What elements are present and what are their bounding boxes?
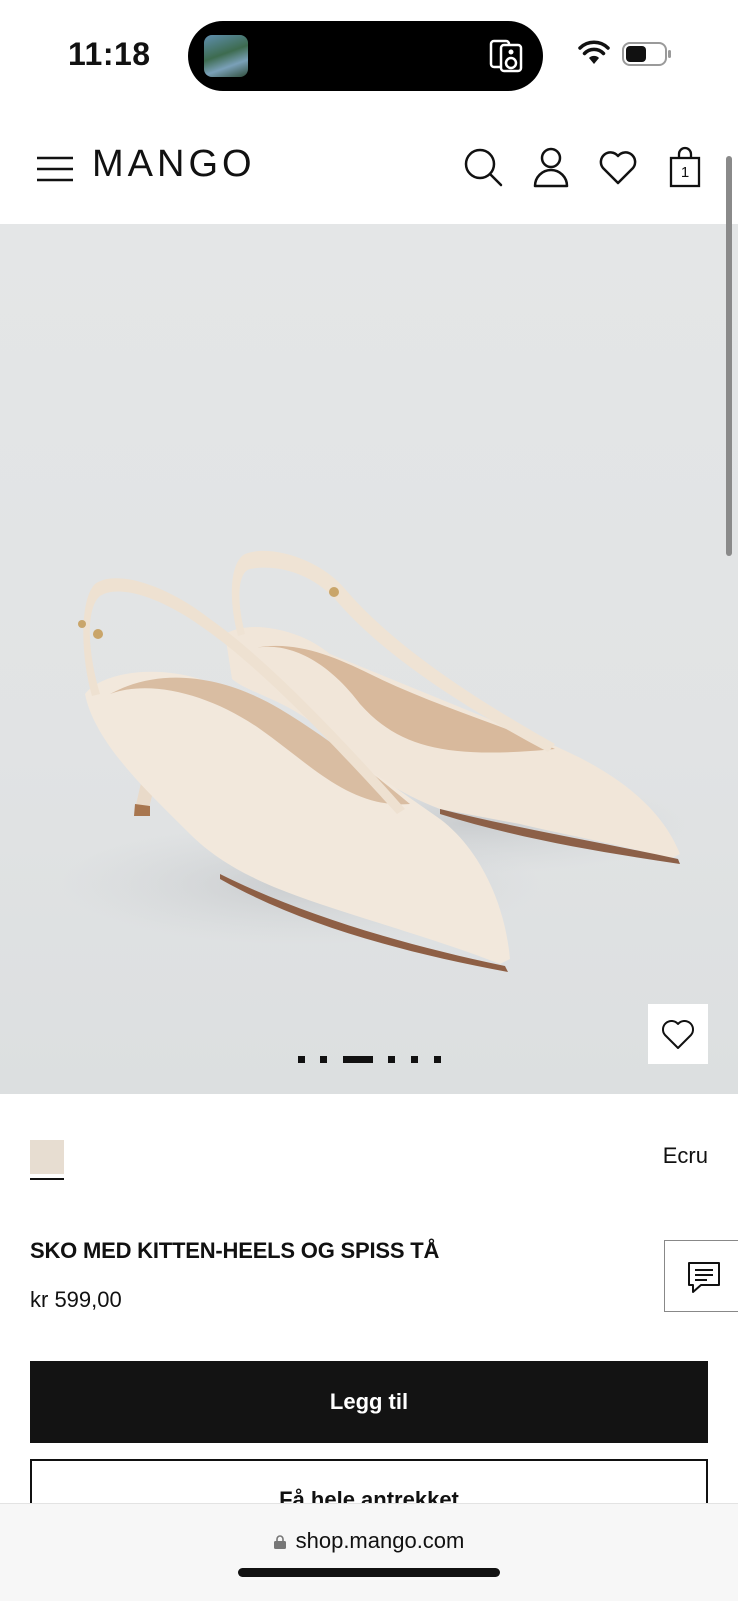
wishlist-icon[interactable] xyxy=(597,146,639,188)
status-time: 11:18 xyxy=(68,36,151,72)
shopping-bag-icon[interactable]: 1 xyxy=(664,146,706,188)
pagination-dot[interactable] xyxy=(434,1056,441,1063)
brand-logo[interactable]: MANGO xyxy=(92,143,256,186)
speaker-icon xyxy=(489,39,523,73)
pagination-dot[interactable] xyxy=(298,1056,305,1063)
chat-button[interactable] xyxy=(664,1240,738,1312)
pagination-dot-active[interactable] xyxy=(343,1056,373,1063)
pagination-dot[interactable] xyxy=(388,1056,395,1063)
page-scrollbar[interactable] xyxy=(726,156,732,556)
color-swatch[interactable] xyxy=(30,1140,64,1174)
cart-count: 1 xyxy=(680,164,690,181)
swatch-selected-indicator xyxy=(30,1178,64,1180)
url-display[interactable]: shop.mango.com xyxy=(0,1528,738,1554)
pagination-dot[interactable] xyxy=(411,1056,418,1063)
menu-icon[interactable] xyxy=(36,156,74,182)
product-price: kr 599,00 xyxy=(30,1287,122,1312)
product-title: SKO MED KITTEN-HEELS OG SPISS TÅ xyxy=(30,1238,440,1263)
lock-icon xyxy=(273,1535,286,1549)
chat-icon xyxy=(688,1262,720,1293)
heart-icon xyxy=(662,1020,694,1049)
product-photo xyxy=(60,550,690,972)
add-to-cart-button[interactable]: Legg til xyxy=(30,1361,708,1443)
site-header: MANGO 1 xyxy=(0,110,738,224)
pagination-dot[interactable] xyxy=(320,1056,327,1063)
product-image-gallery[interactable] xyxy=(0,224,738,1094)
wifi-icon xyxy=(578,40,610,64)
home-indicator[interactable] xyxy=(238,1568,500,1577)
battery-icon xyxy=(622,42,671,66)
add-to-wishlist-button[interactable] xyxy=(648,1004,708,1064)
color-name: Ecru xyxy=(662,1143,708,1168)
account-icon[interactable] xyxy=(530,146,572,188)
status-bar: 11:18 xyxy=(0,0,738,110)
dynamic-island[interactable] xyxy=(188,21,543,91)
now-playing-artwork xyxy=(204,35,248,77)
search-icon[interactable] xyxy=(462,146,504,188)
browser-url-bar[interactable]: shop.mango.com xyxy=(0,1503,738,1601)
url-text: shop.mango.com xyxy=(295,1528,465,1553)
